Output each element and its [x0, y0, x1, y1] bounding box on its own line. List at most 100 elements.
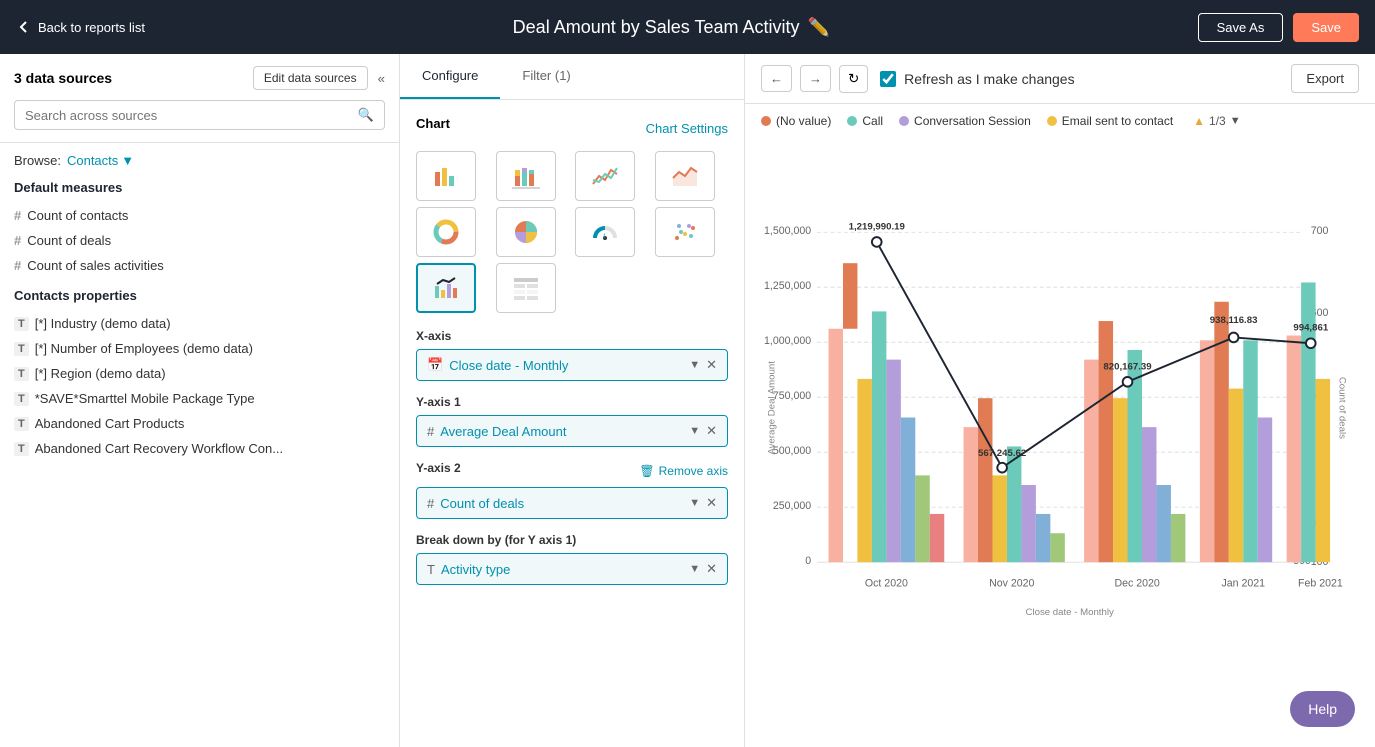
browse-label: Browse:	[14, 153, 61, 168]
yaxis2-select[interactable]: # Count of deals ▼ ✕	[416, 487, 728, 519]
refresh-label: Refresh as I make changes	[904, 71, 1074, 87]
bar-segment	[1287, 336, 1301, 563]
svg-text:Close date - Monthly: Close date - Monthly	[1026, 607, 1114, 618]
property-item[interactable]: T[*] Industry (demo data)	[14, 311, 385, 336]
refresh-checkbox-group: Refresh as I make changes	[880, 71, 1074, 87]
svg-text:938,116.83: 938,116.83	[1210, 315, 1258, 326]
chart-type-table[interactable]	[496, 263, 556, 313]
line-point	[1123, 377, 1133, 387]
svg-text:250,000: 250,000	[773, 500, 811, 512]
yaxis2-close-icon[interactable]: ✕	[706, 495, 717, 511]
chart-section-title: Chart	[416, 116, 450, 131]
tab-configure[interactable]: Configure	[400, 54, 500, 99]
measure-item[interactable]: #Count of contacts	[14, 203, 385, 228]
property-item[interactable]: T[*] Region (demo data)	[14, 361, 385, 386]
browse-select[interactable]: Contacts ▼	[67, 153, 134, 168]
edit-title-icon[interactable]: ✏️	[807, 17, 829, 38]
remove-axis-button[interactable]: 🗑 Remove axis	[639, 464, 728, 478]
chart-type-gauge[interactable]: 1	[575, 207, 635, 257]
chart-icons-grid: 1	[416, 151, 728, 313]
bar-segment	[1142, 427, 1156, 562]
xaxis-select[interactable]: 📅 Close date - Monthly ▼ ✕	[416, 349, 728, 381]
bar-segment	[1050, 533, 1064, 562]
page-down-arrow[interactable]: ▼	[1230, 115, 1241, 127]
chart-type-pie[interactable]	[496, 207, 556, 257]
svg-text:1,500,000: 1,500,000	[764, 225, 811, 237]
property-item[interactable]: T*SAVE*Smarttel Mobile Package Type	[14, 386, 385, 411]
chart-container: .axis-text { font-size: 11px; fill: #666…	[761, 136, 1359, 699]
bar-segment	[829, 329, 843, 562]
property-item[interactable]: T[*] Number of Employees (demo data)	[14, 336, 385, 361]
type-badge: T	[14, 442, 29, 456]
breakdown-actions: ▼ ✕	[689, 561, 717, 577]
properties-title: Contacts properties	[14, 288, 385, 303]
breakdown-close-icon[interactable]: ✕	[706, 561, 717, 577]
chart-type-area[interactable]	[655, 151, 715, 201]
yaxis2-value: Count of deals	[440, 496, 689, 511]
svg-text:820,167.39: 820,167.39	[1103, 361, 1151, 372]
tab-filter[interactable]: Filter (1)	[500, 54, 592, 99]
measure-item[interactable]: #Count of sales activities	[14, 253, 385, 278]
svg-text:Oct 2020: Oct 2020	[865, 577, 908, 589]
collapse-panel-button[interactable]: «	[378, 71, 385, 86]
property-item[interactable]: TAbandoned Cart Products	[14, 411, 385, 436]
header-actions: Save As Save	[1198, 13, 1359, 42]
xaxis-value: Close date - Monthly	[449, 358, 689, 373]
chart-type-combo[interactable]	[416, 263, 476, 313]
trash-icon: 🗑	[639, 464, 654, 478]
breakdown-label: Break down by (for Y axis 1)	[416, 533, 728, 547]
hash-icon: #	[14, 258, 21, 273]
yaxis1-label: Y-axis 1	[416, 395, 728, 409]
undo-button[interactable]: ←	[761, 65, 792, 92]
chart-type-bar[interactable]	[416, 151, 476, 201]
chart-type-scatter[interactable]	[655, 207, 715, 257]
measure-item[interactable]: #Count of deals	[14, 228, 385, 253]
bar-segment	[1099, 321, 1113, 562]
chart-area: (No value) Call Conversation Session Ema…	[745, 104, 1375, 747]
bar-segment	[1258, 418, 1272, 563]
save-as-button[interactable]: Save As	[1198, 13, 1284, 42]
chart-type-stacked-bar[interactable]	[496, 151, 556, 201]
browse-chevron-icon: ▼	[121, 153, 134, 168]
property-item[interactable]: TAbandoned Cart Recovery Workflow Con...	[14, 436, 385, 461]
type-badge: T	[14, 367, 29, 381]
bar-segment	[1243, 340, 1257, 562]
search-input[interactable]	[25, 108, 354, 123]
yaxis1-value: Average Deal Amount	[440, 424, 689, 439]
svg-text:Nov 2020: Nov 2020	[989, 577, 1034, 589]
chart-settings-link[interactable]: Chart Settings	[646, 121, 728, 136]
back-button[interactable]: Back to reports list	[16, 19, 145, 35]
save-button[interactable]: Save	[1293, 13, 1359, 42]
hash-icon-y2: #	[427, 496, 434, 511]
legend-dot-email	[1047, 116, 1057, 126]
refresh-checkbox[interactable]	[880, 71, 896, 87]
yaxis2-label: Y-axis 2	[416, 461, 461, 475]
svg-text:994,861: 994,861	[1293, 323, 1328, 334]
legend-item-no-value: (No value)	[761, 114, 831, 128]
right-toolbar: ← → ↻ Refresh as I make changes Export	[745, 54, 1375, 104]
measures-list: #Count of contacts#Count of deals#Count …	[14, 203, 385, 278]
line-point	[1229, 333, 1239, 343]
legend-item-conversation: Conversation Session	[899, 114, 1031, 128]
help-button[interactable]: Help	[1290, 691, 1355, 727]
yaxis1-select[interactable]: # Average Deal Amount ▼ ✕	[416, 415, 728, 447]
bar-segment	[1036, 514, 1050, 562]
bar-segment	[992, 475, 1006, 562]
bar-segment	[1021, 485, 1035, 562]
edit-data-sources-button[interactable]: Edit data sources	[253, 66, 368, 90]
redo-button[interactable]: →	[800, 65, 831, 92]
page-number: 1/3	[1209, 114, 1226, 128]
breakdown-chevron-icon: ▼	[689, 563, 700, 575]
svg-text:1,000,000: 1,000,000	[764, 335, 811, 347]
refresh-button[interactable]: ↻	[839, 65, 868, 93]
export-button[interactable]: Export	[1291, 64, 1359, 93]
xaxis-close-icon[interactable]: ✕	[706, 357, 717, 373]
bar-segment	[1156, 485, 1170, 562]
yaxis2-chevron-icon: ▼	[689, 497, 700, 509]
triangle-icon: ▲	[1193, 114, 1205, 128]
breakdown-select[interactable]: T Activity type ▼ ✕	[416, 553, 728, 585]
svg-text:1,250,000: 1,250,000	[764, 280, 811, 292]
chart-type-donut[interactable]	[416, 207, 476, 257]
yaxis1-close-icon[interactable]: ✕	[706, 423, 717, 439]
chart-type-line[interactable]	[575, 151, 635, 201]
